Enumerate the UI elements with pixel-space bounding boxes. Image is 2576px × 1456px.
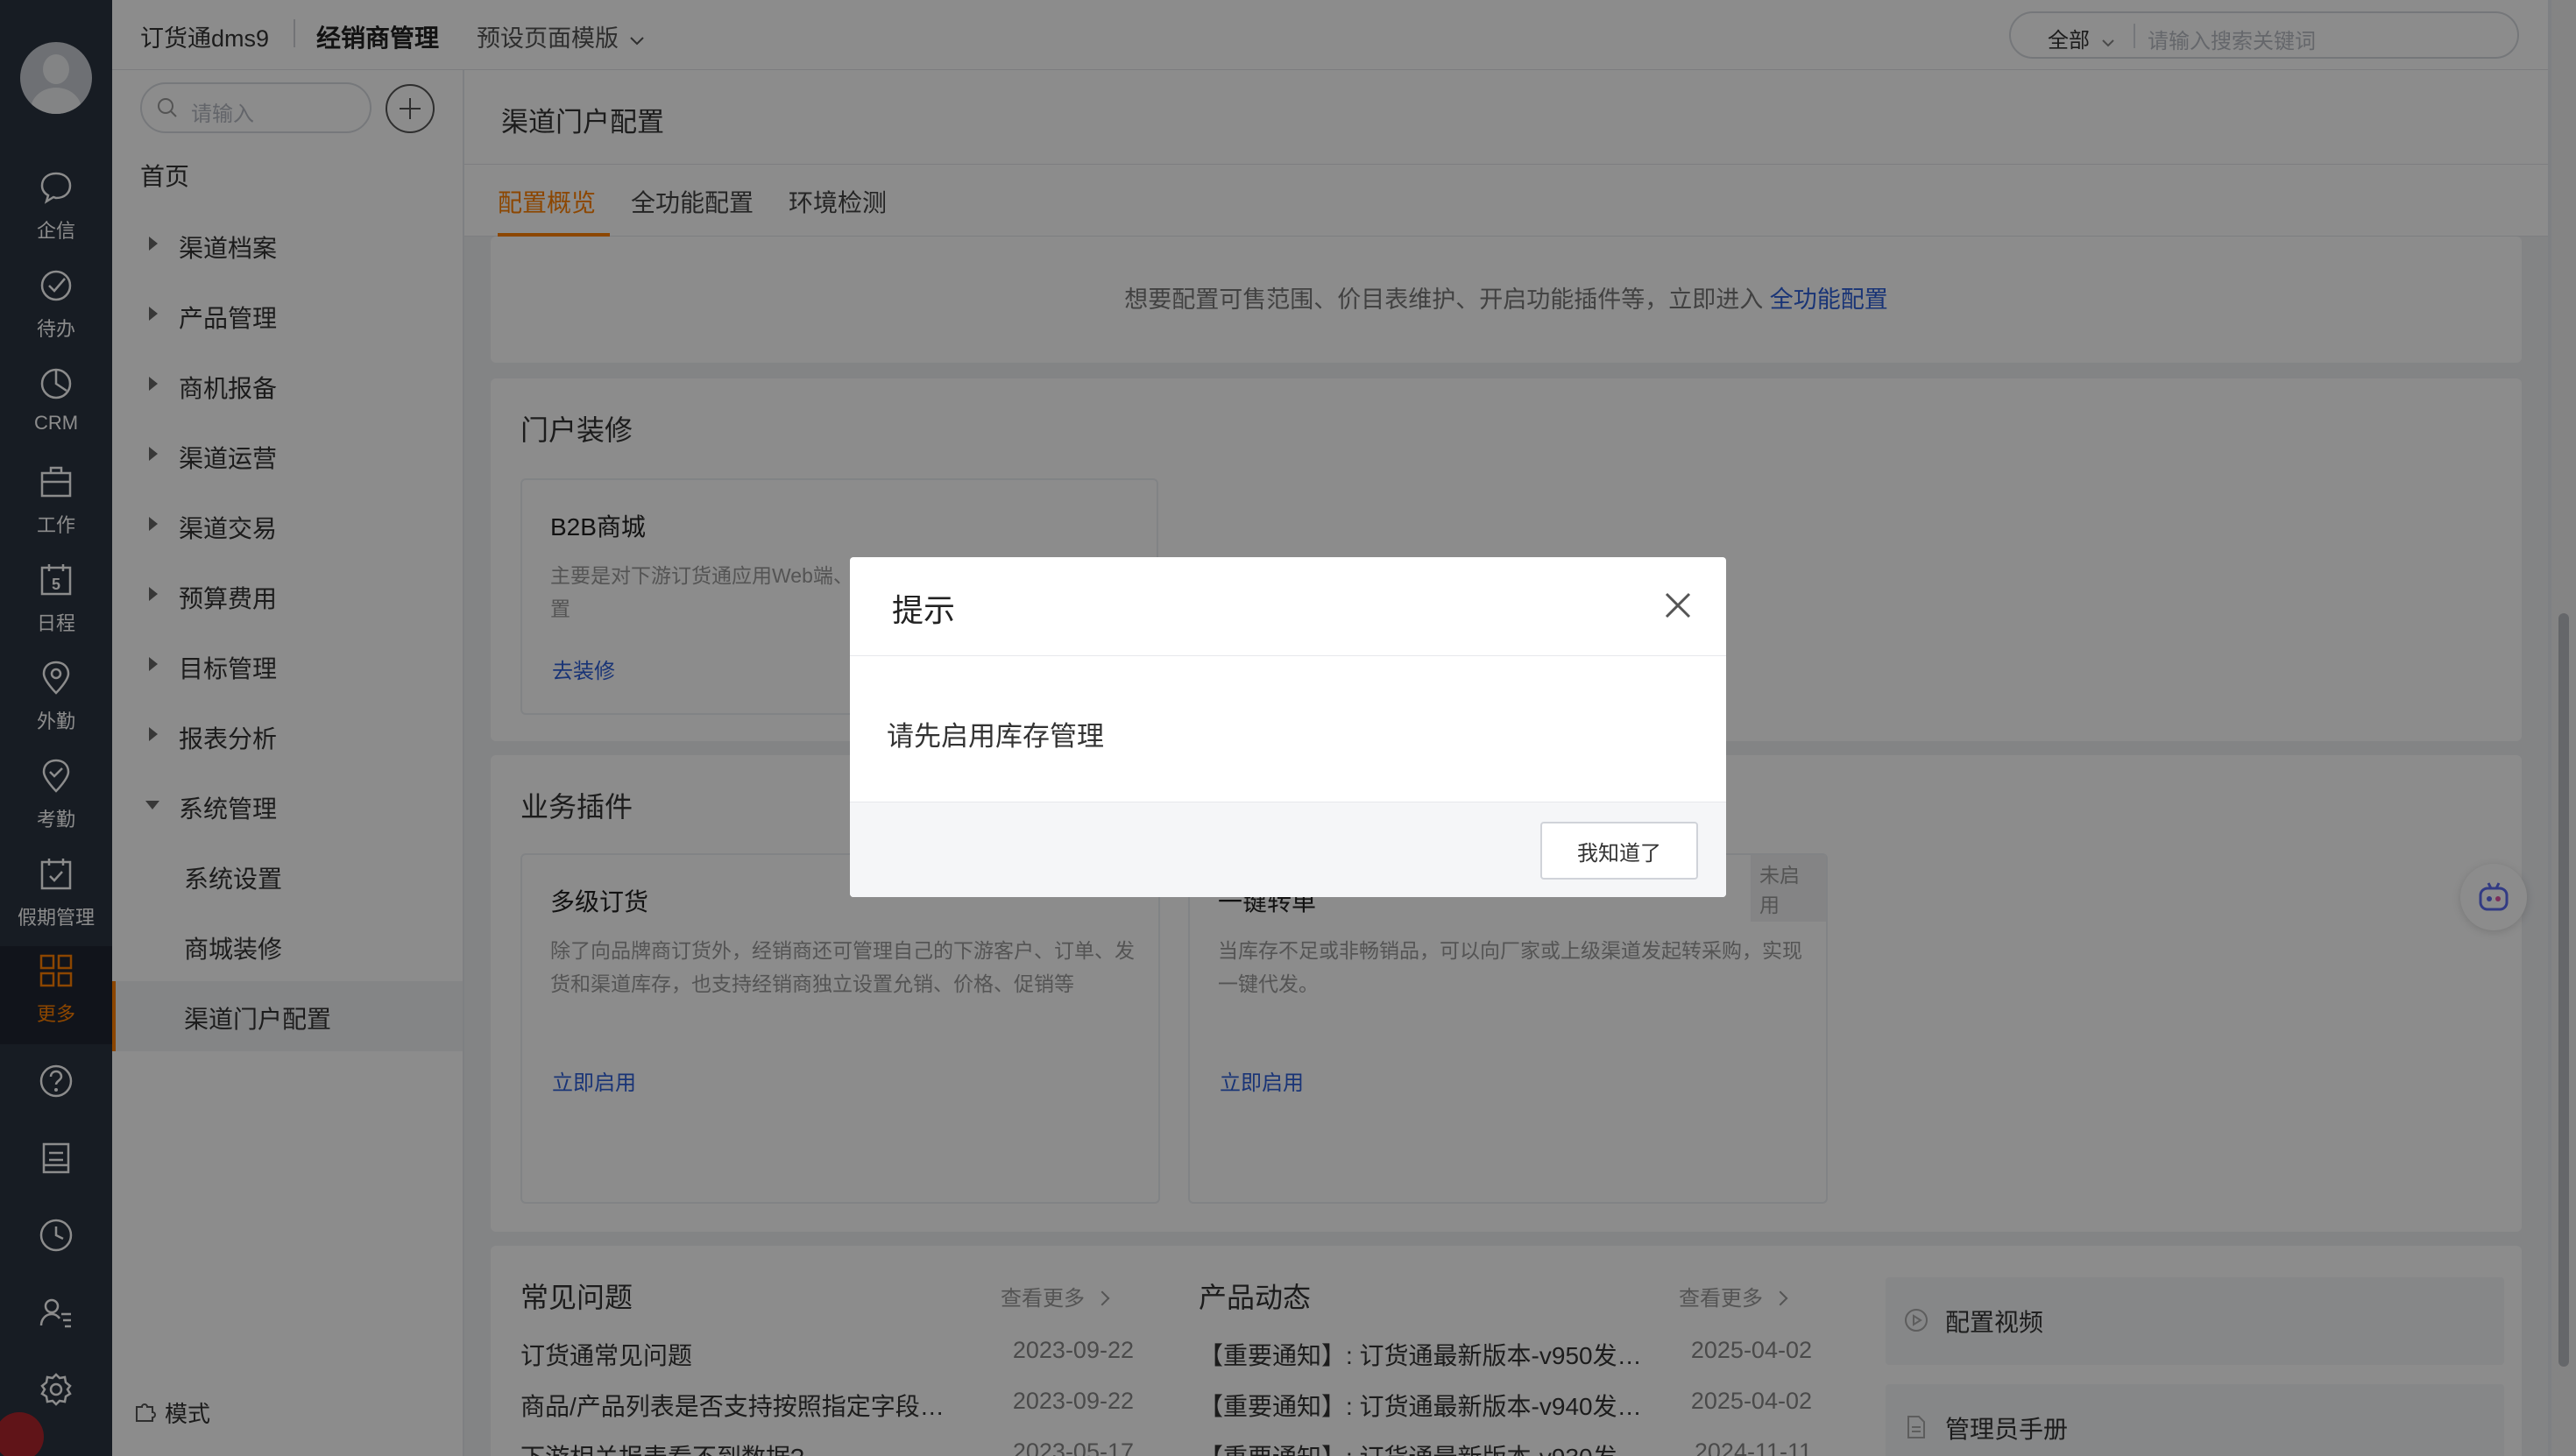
dialog-title: 提示	[892, 592, 956, 628]
dialog-message: 请先启用库存管理	[887, 721, 1104, 752]
dialog-body: 请先启用库存管理	[850, 656, 1726, 802]
dialog-footer: 我知道了	[850, 802, 1726, 897]
close-icon[interactable]	[1661, 589, 1695, 622]
alert-dialog: 提示 请先启用库存管理 我知道了	[850, 557, 1726, 897]
acknowledge-button[interactable]: 我知道了	[1540, 822, 1698, 880]
dialog-header: 提示	[850, 557, 1726, 656]
